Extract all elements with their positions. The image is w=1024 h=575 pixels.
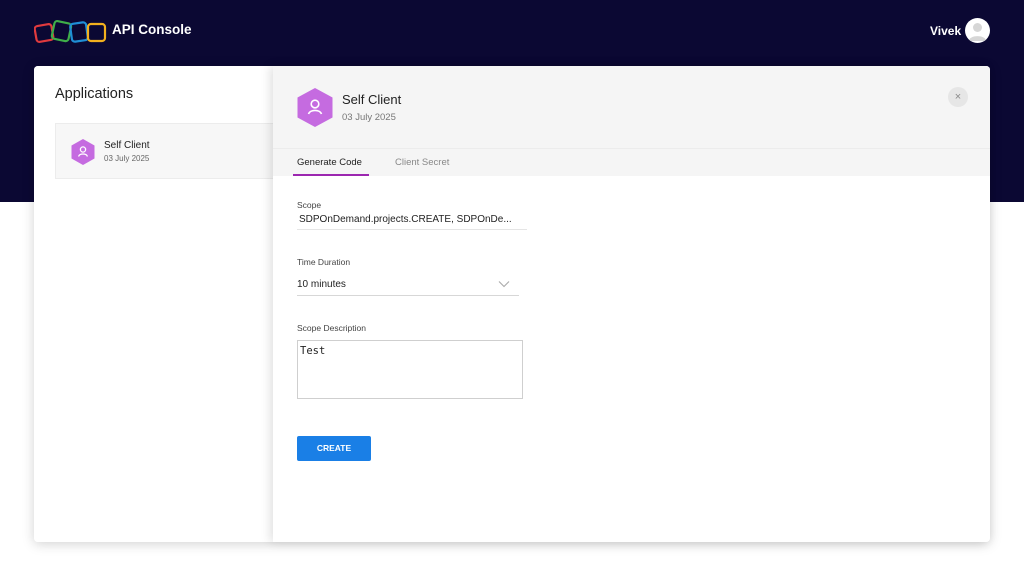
time-duration-value: 10 minutes [297,279,346,290]
tab-client-secret[interactable]: Client Secret [395,157,449,168]
tab-generate-code[interactable]: Generate Code [297,157,362,168]
close-button[interactable]: × [948,87,968,107]
app-title: API Console [112,22,192,37]
user-name[interactable]: Vivek [930,24,961,38]
client-detail-panel: Self Client 03 July 2025 × Generate Code… [273,66,990,542]
time-duration-select[interactable]: 10 minutes [297,277,519,296]
user-hexagon-icon [71,139,95,165]
user-hexagon-icon [297,88,333,127]
active-tab-indicator [293,174,369,176]
applications-panel: Applications Self Client 03 July 2025 [34,66,285,542]
detail-header: Self Client 03 July 2025 × [273,66,990,148]
scope-label: Scope [297,200,322,210]
avatar-icon [968,23,987,41]
application-name: Self Client [104,140,150,151]
close-icon: × [954,91,962,103]
zoho-logo [34,19,107,43]
avatar[interactable] [965,18,990,43]
scope-description-textarea[interactable]: Test [297,340,523,399]
client-date: 03 July 2025 [342,112,396,123]
time-duration-label: Time Duration [297,257,351,267]
scope-input[interactable]: SDPOnDemand.projects.CREATE, SDPOnDe... [297,214,527,230]
chevron-down-icon [498,281,510,288]
tab-bar: Generate Code Client Secret [273,148,990,176]
application-item[interactable]: Self Client 03 July 2025 [55,123,285,179]
scope-description-label: Scope Description [297,323,366,333]
client-name: Self Client [342,92,402,107]
main-card: Applications Self Client 03 July 2025 Se… [34,66,990,542]
applications-title: Applications [55,86,134,102]
application-date: 03 July 2025 [104,154,150,163]
create-button[interactable]: CREATE [297,436,371,461]
